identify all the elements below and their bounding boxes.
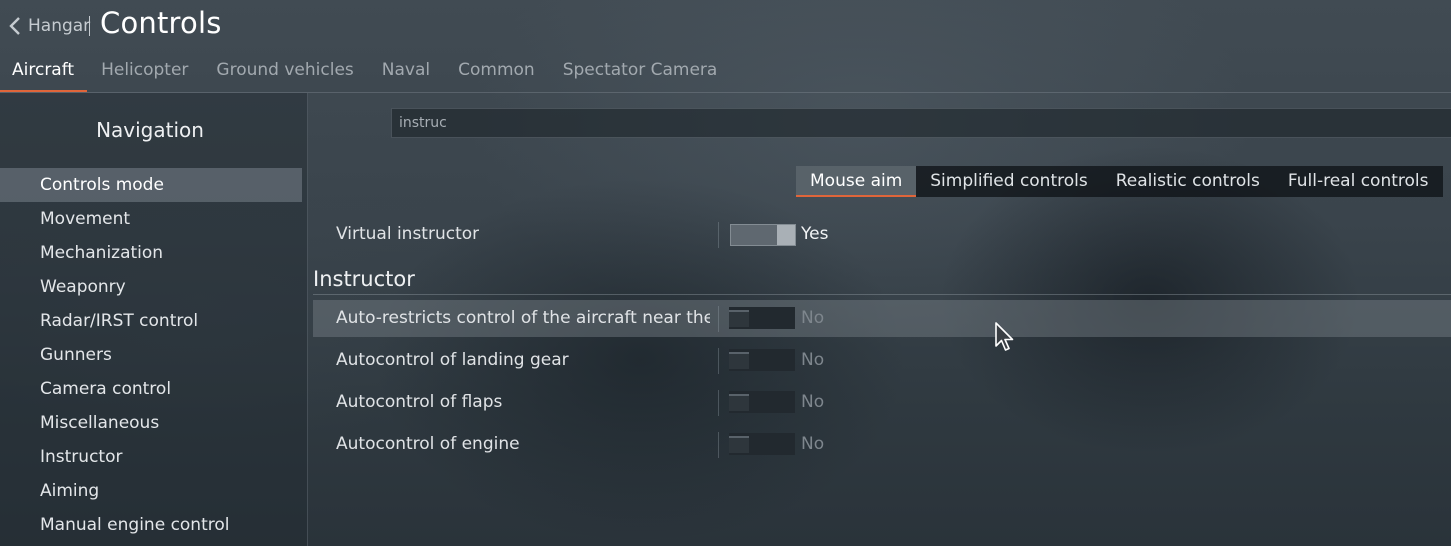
nav-item-instructor[interactable]: Instructor [0,440,302,474]
nav-item-manual-engine-control[interactable]: Manual engine control [0,508,302,542]
virtual-instructor-label: Virtual instructor [336,224,480,244]
tab-spectator-camera[interactable]: Spectator Camera [549,56,732,90]
control-mode-selector: Mouse aim Simplified controls Realistic … [796,166,1443,197]
nav-item-movement[interactable]: Movement [0,202,302,236]
landing-gear-value: No [801,350,825,370]
mode-mouse-aim-button[interactable]: Mouse aim [796,166,917,197]
toggle-knob [729,436,749,453]
section-divider [313,294,1451,295]
header-divider [89,16,90,36]
nav-item-gunners[interactable]: Gunners [0,338,302,372]
back-label: Hangar [28,16,91,36]
setting-label-flaps: Autocontrol of flaps [336,392,503,412]
flaps-value: No [801,392,825,412]
tab-naval[interactable]: Naval [368,56,444,90]
navigation-list: Controls mode Movement Mechanization Wea… [0,168,302,542]
tab-ground-vehicles[interactable]: Ground vehicles [202,56,367,90]
auto-restricts-toggle[interactable] [729,307,795,329]
setting-label-auto-restricts: Auto-restricts control of the aircraft n… [336,308,710,328]
tab-helicopter[interactable]: Helicopter [87,56,202,90]
nav-item-controls-mode[interactable]: Controls mode [0,168,302,202]
virtual-instructor-value: Yes [801,224,829,244]
flaps-toggle[interactable] [729,391,795,413]
page-title: Controls [100,6,222,40]
setting-label-landing-gear: Autocontrol of landing gear [336,350,569,370]
nav-item-weaponry[interactable]: Weaponry [0,270,302,304]
toggle-knob [729,310,749,327]
category-tabs: Aircraft Helicopter Ground vehicles Nava… [0,56,731,92]
toggle-knob [777,225,795,245]
row-divider [718,306,719,332]
virtual-instructor-toggle[interactable] [730,224,796,246]
row-divider [718,348,719,374]
nav-item-radar-irst-control[interactable]: Radar/IRST control [0,304,302,338]
search-input[interactable] [391,108,1451,138]
landing-gear-toggle[interactable] [729,349,795,371]
mode-simplified-controls-button[interactable]: Simplified controls [916,166,1101,197]
auto-restricts-value: No [801,308,825,328]
nav-item-aiming[interactable]: Aiming [0,474,302,508]
row-divider [718,222,719,248]
mouse-pointer-icon [995,322,1014,351]
row-divider [718,390,719,416]
row-divider [718,432,719,458]
back-button[interactable]: Hangar [8,12,90,40]
nav-item-mechanization[interactable]: Mechanization [0,236,302,270]
chevron-left-icon [9,17,20,35]
toggle-knob [729,352,749,369]
nav-item-miscellaneous[interactable]: Miscellaneous [0,406,302,440]
engine-value: No [801,434,825,454]
setting-label-engine: Autocontrol of engine [336,434,520,454]
tab-common[interactable]: Common [444,56,549,90]
tab-aircraft[interactable]: Aircraft [0,56,88,92]
engine-toggle[interactable] [729,433,795,455]
section-title-instructor: Instructor [313,267,415,291]
mode-realistic-controls-button[interactable]: Realistic controls [1102,166,1274,197]
nav-item-camera-control[interactable]: Camera control [0,372,302,406]
navigation-title: Navigation [96,118,204,142]
toggle-knob [729,394,749,411]
mode-full-real-controls-button[interactable]: Full-real controls [1274,166,1443,197]
